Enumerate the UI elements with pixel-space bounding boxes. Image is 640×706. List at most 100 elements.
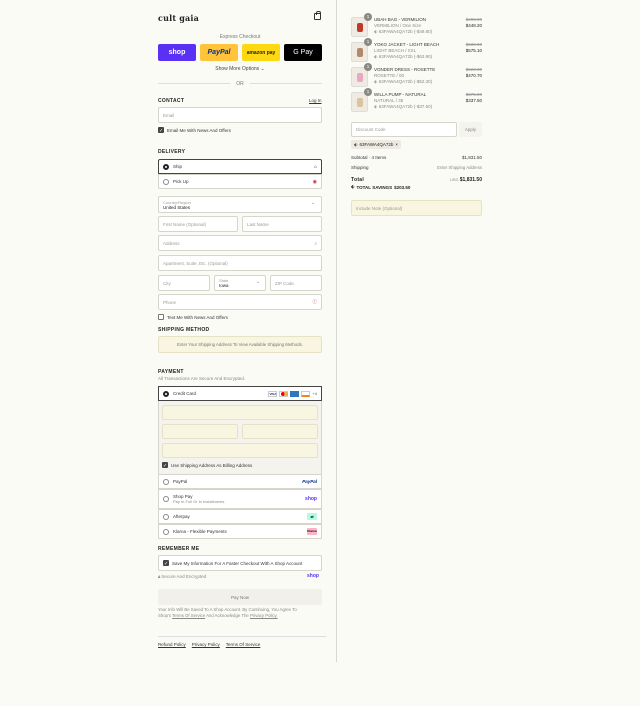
shop-pay-radio[interactable] — [163, 496, 169, 502]
billing-address-option[interactable]: Use Shipping Address As Billing Address — [162, 462, 252, 468]
privacy-link[interactable]: Privacy Policy. — [250, 613, 278, 618]
chevron-down-icon: ⌄ — [256, 279, 261, 285]
last-name-field[interactable]: Last Name — [242, 216, 322, 232]
pickup-radio[interactable] — [163, 178, 169, 185]
product-discount: ⬖ 63FAWA4QA72b (-$49.80) — [374, 29, 433, 34]
apartment-field[interactable]: Apartment, Suite, Etc. (Optional) — [158, 255, 322, 271]
privacy-policy-link[interactable]: Privacy Policy — [192, 642, 220, 647]
afterpay-label: Afterpay — [173, 514, 190, 519]
email-field[interactable]: Email — [158, 107, 322, 123]
checkout-form-column: cult gaia Express Checkout shop PayPal a… — [0, 0, 337, 706]
email-news-checkbox[interactable] — [158, 127, 164, 133]
pay-now-button[interactable]: Pay Now — [158, 589, 322, 605]
afterpay-option[interactable]: Afterpay ⇄ — [158, 509, 322, 524]
terms-link[interactable]: Terms Of Service — [172, 613, 205, 618]
klarna-radio[interactable] — [163, 528, 169, 535]
chevron-down-icon: ⌄ — [260, 66, 265, 72]
secure-encrypted-note: 🔒︎ Secure And Encrypted — [158, 574, 207, 579]
country-select[interactable]: Country/Region United States — [158, 196, 322, 213]
shop-pay-sublabel: Pay In Full Or In Installments — [173, 499, 225, 504]
legal-disclaimer: Your Info Will Be Saved To A Shop Accoun… — [158, 607, 297, 618]
sale-price: $337.50 — [465, 98, 482, 103]
text-news-checkbox[interactable] — [158, 314, 164, 320]
show-more-options[interactable]: Show More Options ⌄ — [158, 66, 322, 72]
shop-logo: shop — [307, 573, 319, 579]
quantity-badge: 1 — [364, 88, 372, 96]
quantity-badge: 1 — [364, 63, 372, 71]
shop-pay-option[interactable]: Shop Pay Pay In Full Or In Installments … — [158, 489, 322, 509]
billing-address-checkbox[interactable] — [162, 462, 168, 468]
tag-icon: ⬖ — [374, 104, 378, 109]
security-code-field[interactable] — [242, 424, 318, 439]
email-news-label: Email Me With News And Offers — [167, 127, 231, 133]
location-pin-icon: ◉ — [312, 178, 317, 185]
shopping-bag-icon[interactable] — [314, 11, 321, 20]
quantity-badge: 1 — [364, 38, 372, 46]
klarna-option[interactable]: Klarna - Flexible Payments Klarna — [158, 524, 322, 539]
pickup-label: Pick Up — [173, 179, 189, 184]
order-note-field[interactable]: Include Note (Optional) — [351, 200, 482, 216]
card-brands: VISA +4 — [268, 390, 317, 397]
subtotal-label: Subtotal · 4 Items — [351, 155, 387, 160]
text-news-option[interactable]: Text Me With News And Offers — [158, 314, 228, 320]
credit-card-option[interactable]: Credit Card VISA +4 — [158, 386, 322, 401]
save-info-checkbox[interactable] — [163, 560, 169, 566]
name-on-card-field[interactable] — [162, 443, 318, 458]
paypal-label: PayPal — [173, 479, 188, 484]
paypal-option[interactable]: PayPal PayPal — [158, 474, 322, 489]
delivery-heading: DELIVERY — [158, 149, 186, 155]
amazon-pay-button[interactable]: amazon pay — [242, 44, 280, 61]
order-summary-column: 1 UBAH BAG - VERMILION VERMILION / One Siz… — [337, 0, 640, 706]
apply-discount-button[interactable]: Apply — [459, 122, 482, 137]
product-discount: ⬖ 63FAWA4QA72b (-$37.50) — [374, 104, 433, 109]
klarna-label: Klarna - Flexible Payments — [173, 529, 227, 534]
remember-me-heading: REMEMBER ME — [158, 546, 200, 552]
paypal-radio[interactable] — [163, 478, 169, 485]
cart-item: 1 YOKO JACKET - LIGHT BEACH LIGHT BEACH / … — [351, 38, 482, 64]
zip-field[interactable]: ZIP Code — [270, 275, 322, 291]
credit-card-radio[interactable] — [163, 390, 169, 397]
ship-option[interactable]: Ship ⌂ — [158, 159, 322, 174]
text-news-label: Text Me With News And Offers — [167, 314, 228, 320]
ship-radio[interactable] — [163, 163, 169, 170]
email-news-option[interactable]: Email Me With News And Offers — [158, 127, 231, 133]
paypal-button[interactable]: PayPal — [200, 44, 238, 61]
refund-policy-link[interactable]: Refund Policy — [158, 642, 186, 647]
login-link[interactable]: Log In — [309, 98, 322, 103]
shop-pay-logo: shop — [305, 496, 317, 502]
help-icon[interactable]: ⓘ — [313, 299, 318, 305]
google-pay-button[interactable]: G Pay — [284, 44, 322, 61]
shipping-method-heading: SHIPPING METHOD — [158, 327, 210, 333]
expiration-date-field[interactable] — [162, 424, 238, 439]
subtotal-value: $1,831.50 — [461, 155, 482, 160]
brand-logo[interactable]: cult gaia — [158, 13, 199, 23]
card-number-field[interactable] — [162, 405, 318, 420]
remove-discount-icon[interactable]: × — [395, 142, 398, 147]
total-amount: USD $1,831.50 — [432, 177, 482, 183]
afterpay-radio[interactable] — [163, 513, 169, 520]
credit-card-label: Credit Card — [173, 391, 197, 396]
phone-field[interactable]: Phone ⓘ — [158, 294, 322, 310]
payment-subtitle: All Transactions Are Secure And Encrypte… — [158, 376, 246, 381]
discount-code-field[interactable]: Discount Code — [351, 122, 457, 137]
terms-of-service-link[interactable]: Terms Of Service — [226, 642, 261, 647]
address-field[interactable]: Address ⌕ — [158, 235, 322, 251]
ship-label: Ship — [173, 164, 183, 169]
city-field[interactable]: City — [158, 275, 210, 291]
currency-code: USD — [449, 177, 459, 182]
product-price: $639.00 $575.10 — [451, 42, 482, 54]
shipping-method-message: Enter Your Shipping Address To View Avai… — [158, 336, 322, 353]
tag-icon: ⬖ — [374, 79, 378, 84]
payment-heading: PAYMENT — [158, 369, 184, 375]
first-name-field[interactable]: First Name (Optional) — [158, 216, 238, 232]
product-info: VONDER DRESS - ROSETTE ROSETTE / 00 ⬖ 63FA… — [374, 67, 435, 85]
footer-links: Refund Policy Privacy Policy Terms Of Se… — [158, 642, 260, 647]
discover-icon — [301, 390, 311, 397]
pickup-option[interactable]: Pick Up ◉ — [158, 174, 322, 189]
shop-pay-button[interactable]: shop — [158, 44, 196, 61]
cart-item: 1 VONDER DRESS - ROSETTE ROSETTE / 00 ⬖ 63F… — [351, 63, 482, 89]
total-label: Total — [351, 177, 365, 183]
shipping-value: Enter Shipping Address — [437, 165, 482, 170]
save-info-option[interactable]: Save My Information For A Faster Checkou… — [158, 555, 322, 571]
save-info-label: Save My Information For A Faster Checkou… — [172, 560, 303, 566]
